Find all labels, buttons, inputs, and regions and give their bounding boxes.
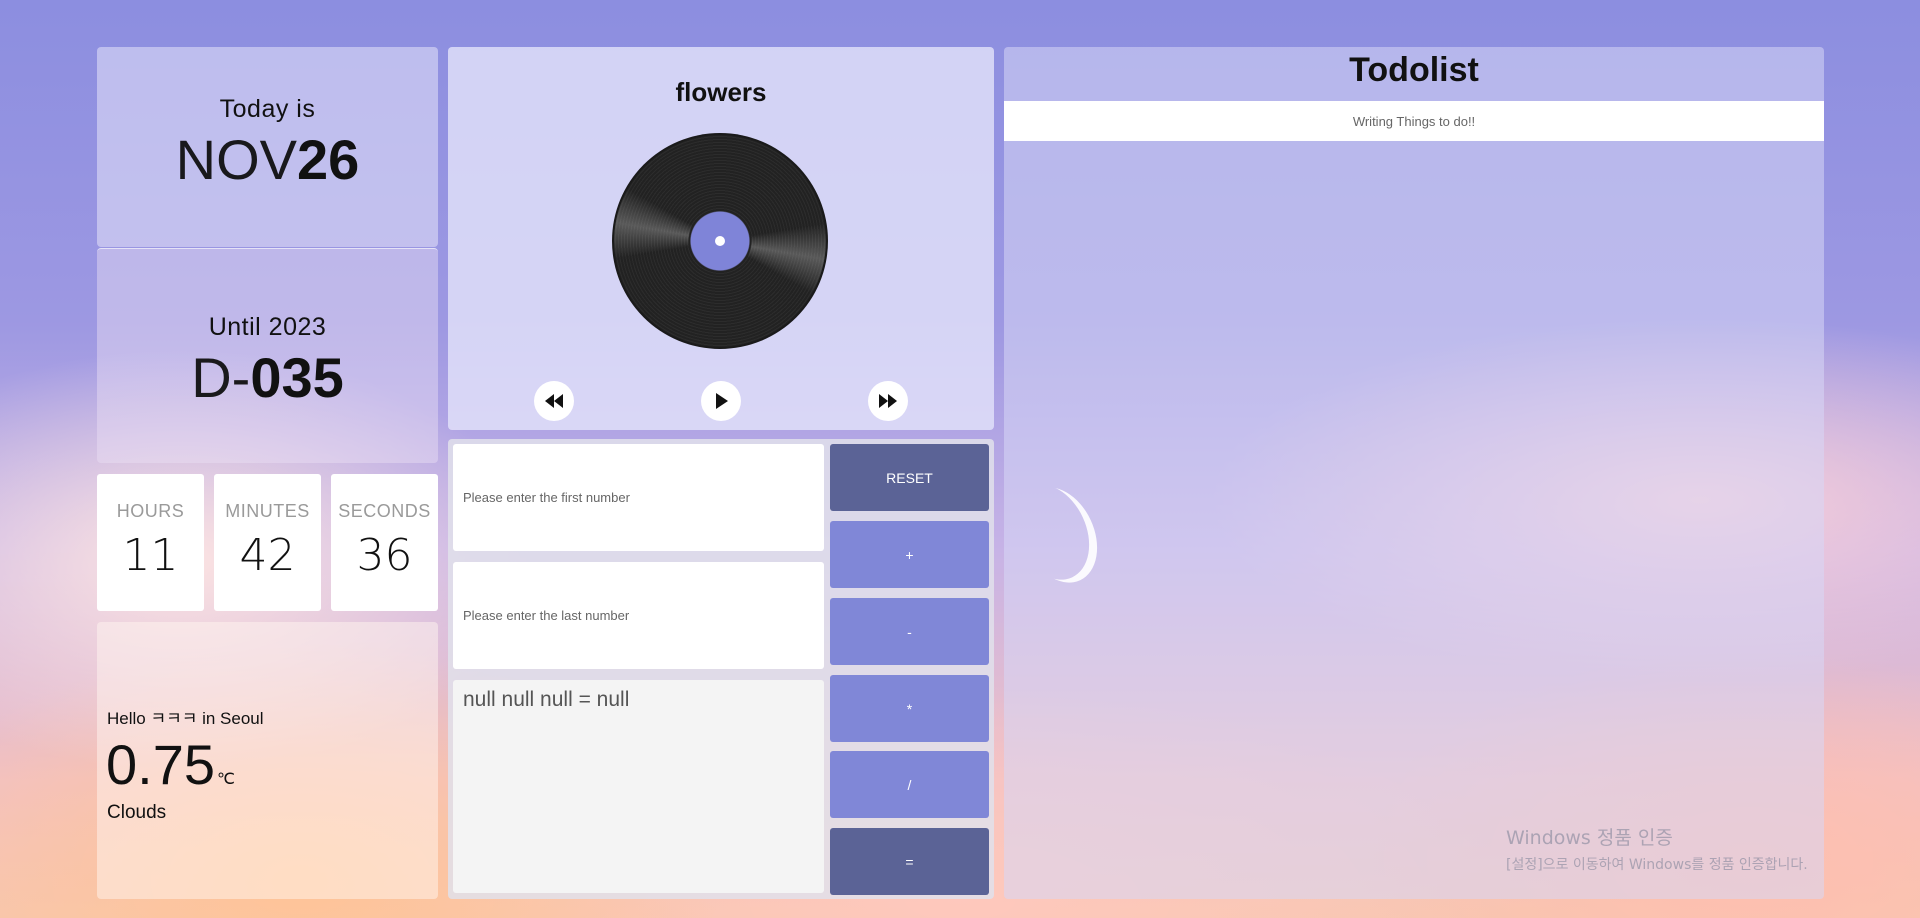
play-button[interactable]	[701, 381, 741, 421]
fast-forward-button[interactable]	[868, 381, 908, 421]
fast-forward-icon	[879, 394, 897, 408]
plus-button[interactable]: +	[830, 521, 989, 588]
hours-value: 11	[122, 530, 179, 581]
weather-temp-unit: ℃	[217, 771, 235, 788]
weather-panel: Hello ㅋㅋㅋ in Seoul 0.75 ℃ Clouds	[97, 622, 438, 899]
calculator-panel: null null null = null RESET + - * / =	[448, 439, 994, 899]
seconds-box: SECONDS 36	[331, 474, 438, 611]
music-player: flowers	[448, 47, 994, 430]
watermark-title: Windows 정품 인증	[1506, 827, 1673, 849]
equals-button[interactable]: =	[830, 828, 989, 895]
minutes-value: 42	[239, 530, 296, 581]
today-date: NOV26	[97, 132, 438, 188]
play-icon	[716, 393, 728, 409]
calc-result: null null null = null	[453, 680, 824, 893]
dday-label: Until 2023	[208, 313, 327, 341]
divide-button[interactable]: /	[830, 751, 989, 818]
dday-value: D-035	[97, 350, 438, 406]
watermark-subtitle: [설정]으로 이동하여 Windows를 정품 인증합니다.	[1506, 857, 1808, 873]
weather-description: Clouds	[107, 802, 167, 823]
rewind-button[interactable]	[534, 381, 574, 421]
seconds-value: 36	[356, 530, 413, 581]
hours-label: HOURS	[116, 501, 185, 521]
minutes-label: MINUTES	[225, 501, 310, 521]
minutes-box: MINUTES 42	[214, 474, 321, 611]
weather-temperature: 0.75 ℃	[106, 732, 235, 797]
todo-panel: Todolist	[1004, 47, 1824, 899]
dday-prefix: D-	[191, 346, 251, 409]
hours-box: HOURS 11	[97, 474, 204, 611]
multiply-button[interactable]: *	[830, 675, 989, 742]
weather-greeting: Hello ㅋㅋㅋ in Seoul	[107, 709, 264, 728]
seconds-label: SECONDS	[338, 501, 431, 521]
date-panel: Today is NOV26	[97, 47, 438, 247]
reset-button[interactable]: RESET	[830, 444, 989, 511]
dday-count: 035	[250, 346, 344, 409]
song-title: flowers	[675, 77, 767, 107]
today-day: 26	[297, 128, 360, 191]
last-number-input[interactable]	[453, 562, 824, 669]
today-label: Today is	[219, 95, 316, 123]
minus-button[interactable]: -	[830, 598, 989, 665]
windows-activation-watermark: Windows 정품 인증 [설정]으로 이동하여 Windows를 정품 인증…	[1506, 823, 1808, 874]
dday-panel: Until 2023 D-035	[97, 248, 438, 463]
rewind-icon	[545, 394, 563, 408]
vinyl-center-hole	[715, 236, 725, 246]
vinyl-record	[614, 135, 826, 347]
today-month: NOV	[175, 128, 298, 191]
first-number-input[interactable]	[453, 444, 824, 551]
weather-temp-value: 0.75	[106, 733, 215, 796]
todo-title: Todolist	[1349, 51, 1479, 89]
todo-input[interactable]	[1004, 101, 1824, 141]
